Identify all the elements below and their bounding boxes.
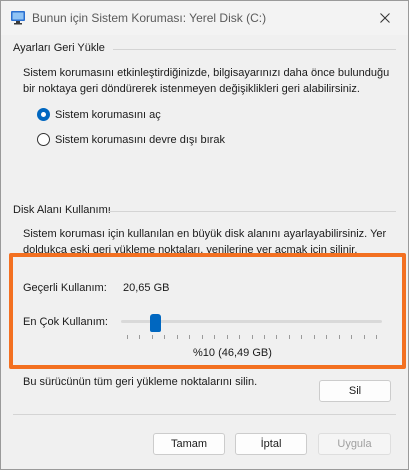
disk-usage-heading: Disk Alanı Kullanımı [13,204,111,216]
delete-restore-points-text: Bu sürücünün tüm geri yükleme noktaların… [23,376,258,388]
ok-button[interactable]: Tamam [153,433,225,455]
slider-tick [189,335,190,339]
max-usage-label: En Çok Kullanım: [23,314,108,330]
slider-tick [351,335,352,339]
slider-tick [127,335,128,339]
restore-description-line1: Sistem korumasını etkinleştirdiğinizde, … [23,67,390,79]
footer-divider [13,414,396,415]
restore-settings-heading: Ayarları Geri Yükle [13,42,105,54]
slider-tick [301,335,302,339]
slider-tick [264,335,265,339]
disk-usage-divider [108,211,396,212]
slider-tick [339,335,340,339]
slider-tick [364,335,365,339]
radio-disable-protection[interactable]: Sistem korumasını devre dışı bırak [37,133,225,146]
disk-usage-description-line1: Sistem koruması için kullanılan en büyük… [23,228,387,240]
slider-tick [152,335,153,339]
apply-button: Uygula [318,433,391,455]
slider-tick [177,335,178,339]
slider-tick [289,335,290,339]
slider-tick [164,335,165,339]
current-usage-label: Geçerli Kullanım: [23,282,107,294]
close-button[interactable] [362,1,408,35]
slider-tick [276,335,277,339]
slider-tick [314,335,315,339]
close-icon [380,13,390,23]
slider-tick [227,335,228,339]
slider-tick [239,335,240,339]
radio-enable-protection-indicator[interactable] [37,108,50,121]
radio-enable-protection-label: Sistem korumasını aç [55,108,161,121]
window-title: Bunun için Sistem Koruması: Yerel Disk (… [32,11,267,25]
restore-description-line2: bir noktaya geri döndürerek istenmeyen d… [23,83,360,95]
radio-disable-protection-label: Sistem korumasını devre dışı bırak [55,133,225,146]
title-bar: Bunun için Sistem Koruması: Yerel Disk (… [1,1,408,35]
max-usage-slider-thumb[interactable] [150,313,162,332]
radio-disable-protection-indicator[interactable] [37,133,50,146]
current-usage-value: 20,65 GB [123,282,170,294]
slider-tick [376,335,377,339]
radio-enable-protection[interactable]: Sistem korumasını aç [37,108,161,121]
slider-tick [326,335,327,339]
slider-tick [139,335,140,339]
slider-tick [252,335,253,339]
delete-button[interactable]: Sil [319,380,391,402]
system-protection-app-icon [11,11,25,25]
cancel-button[interactable]: İptal [235,433,307,455]
slider-tick [202,335,203,339]
system-protection-dialog: Bunun için Sistem Koruması: Yerel Disk (… [0,0,409,470]
slider-tick [214,335,215,339]
max-usage-percent: %10 (46,49 GB) [193,347,272,359]
max-usage-label-text: En Çok Kullanım: [23,316,108,328]
restore-settings-divider [113,49,396,50]
